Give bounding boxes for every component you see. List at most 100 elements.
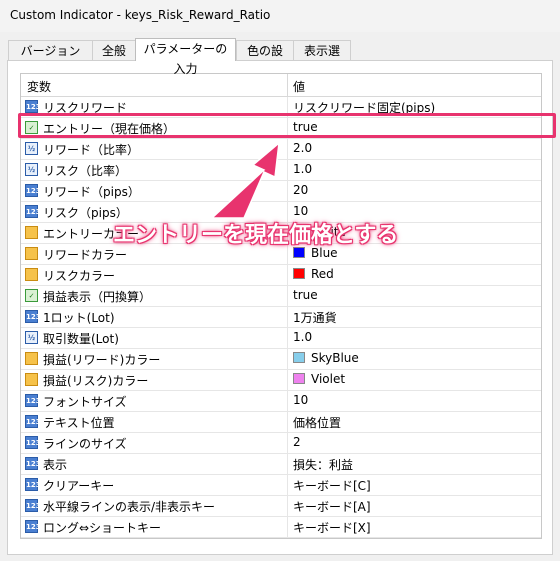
parameter-name: 表示 <box>43 458 68 472</box>
parameter-value-text: Violet <box>311 372 346 386</box>
tab-version-info[interactable]: バージョン情報 <box>8 40 93 78</box>
parameter-value-text: 2 <box>293 435 301 449</box>
parameter-value-text: SkyBlue <box>311 351 359 365</box>
parameter-row[interactable]: 123 ラインのサイズ 2 <box>21 433 541 454</box>
tab-bar: バージョン情報 全般 パラメーターの入力 色の設定 表示選択 <box>0 38 560 78</box>
parameter-row[interactable]: ½ リスク（比率） 1.0 <box>21 160 541 181</box>
int-icon: 123 <box>25 205 41 218</box>
parameter-row[interactable]: 123 リワード（pips） 20 <box>21 181 541 202</box>
int-icon: 123 <box>25 457 41 470</box>
parameter-row[interactable]: 123 クリアーキー キーボード[C] <box>21 475 541 496</box>
parameter-name: 損益(リワード)カラー <box>43 353 161 367</box>
color-swatch <box>293 352 305 363</box>
parameter-value[interactable]: キーボード[A] <box>293 498 371 515</box>
cell-divider <box>287 328 288 348</box>
column-header-variable: 変数 <box>27 80 52 94</box>
int-icon: 123 <box>25 436 41 449</box>
parameter-name: リワード（pips） <box>43 185 140 199</box>
parameter-name: フォントサイズ <box>43 395 127 409</box>
parameter-row[interactable]: 損益(リスク)カラー Violet <box>21 370 541 391</box>
cell-divider <box>287 454 288 474</box>
double-icon: ½ <box>25 163 38 176</box>
column-divider[interactable] <box>287 74 288 96</box>
parameter-name: リスクカラー <box>43 269 116 283</box>
parameter-row[interactable]: ✓ 損益表示（円換算） true <box>21 286 541 307</box>
parameter-value[interactable]: 1.0 <box>293 330 312 344</box>
parameter-value-text: 10 <box>293 204 309 218</box>
parameter-name: テキスト位置 <box>43 416 115 430</box>
double-icon: ½ <box>25 331 38 344</box>
parameter-row[interactable]: 123 水平線ラインの表示/非表示キー キーボード[A] <box>21 496 541 517</box>
parameter-name: クリアーキー <box>43 479 115 493</box>
parameter-value[interactable]: 2 <box>293 435 301 449</box>
parameter-value[interactable]: 損失：利益 <box>293 456 353 473</box>
parameter-value[interactable]: 10 <box>293 393 308 407</box>
parameter-row[interactable]: 123 フォントサイズ 10 <box>21 391 541 412</box>
cell-divider <box>287 181 288 201</box>
parameter-row[interactable]: ½ リワード（比率） 2.0 <box>21 139 541 160</box>
parameter-row[interactable]: ½ 取引数量(Lot) 1.0 <box>21 328 541 349</box>
tab-general[interactable]: 全般 <box>92 40 136 60</box>
color-icon <box>25 226 38 239</box>
parameter-value-text: キーボード[A] <box>293 500 371 514</box>
color-swatch <box>293 268 305 279</box>
tab-display-select[interactable]: 表示選択 <box>293 40 351 78</box>
parameter-value-text: 10 <box>293 393 309 407</box>
parameter-value[interactable]: SkyBlue <box>293 351 359 365</box>
cell-divider <box>287 412 288 432</box>
parameter-value[interactable]: Red <box>293 267 334 281</box>
window-title: Custom Indicator - keys_Risk_Reward_Rati… <box>10 8 271 22</box>
parameter-row[interactable]: 123 ロング⇔ショートキー キーボード[X] <box>21 517 541 538</box>
parameter-value[interactable]: Violet <box>293 372 345 386</box>
color-swatch <box>293 373 305 384</box>
cell-divider <box>287 139 288 159</box>
parameter-value-text: キーボード[X] <box>293 521 371 535</box>
parameter-value-text: 1.0 <box>293 330 313 344</box>
bool-icon: ✓ <box>25 289 38 302</box>
parameter-row[interactable]: 損益(リワード)カラー SkyBlue <box>21 349 541 370</box>
tab-colors[interactable]: 色の設定 <box>236 40 294 78</box>
parameter-value[interactable]: 価格位置 <box>293 414 341 431</box>
parameter-value-text: 1.0 <box>293 162 313 176</box>
parameter-value[interactable]: キーボード[C] <box>293 477 371 494</box>
parameter-name: 損益(リスク)カラー <box>43 374 149 388</box>
parameter-row[interactable]: 123 表示 損失：利益 <box>21 454 541 475</box>
highlight-box <box>18 113 556 138</box>
parameter-value-text: 1万通貨 <box>293 311 337 325</box>
parameter-value[interactable]: 2.0 <box>293 141 312 155</box>
cell-divider <box>287 475 288 495</box>
cell-divider <box>287 307 288 327</box>
parameter-name: 取引数量(Lot) <box>43 332 119 346</box>
parameter-name: リワード（比率） <box>43 143 140 157</box>
grid-header: 変数 値 <box>21 74 541 97</box>
tab-parameters[interactable]: パラメーターの入力 <box>135 38 236 76</box>
int-icon: 123 <box>25 394 41 407</box>
parameter-value[interactable]: true <box>293 288 318 302</box>
int-icon: 123 <box>25 415 41 428</box>
double-icon: ½ <box>25 142 38 155</box>
parameter-row[interactable]: 123 テキスト位置 価格位置 <box>21 412 541 433</box>
title-bar: Custom Indicator - keys_Risk_Reward_Rati… <box>0 0 560 32</box>
parameter-value-text: 損失：利益 <box>293 458 354 472</box>
parameter-name: ロング⇔ショートキー <box>43 521 162 535</box>
color-icon <box>25 268 38 281</box>
parameter-value[interactable]: キーボード[X] <box>293 519 371 536</box>
int-icon: 123 <box>25 100 41 113</box>
parameter-value-text: 20 <box>293 183 309 197</box>
parameter-name: 1ロット(Lot) <box>43 311 115 325</box>
color-icon <box>25 373 38 386</box>
color-icon <box>25 352 38 365</box>
parameter-value[interactable]: 20 <box>293 183 308 197</box>
callout-text: エントリーを現在価格とする <box>113 223 399 248</box>
parameter-value-text: 2.0 <box>293 141 313 155</box>
cell-divider <box>287 349 288 369</box>
parameter-value[interactable]: 10 <box>293 204 308 218</box>
parameter-row[interactable]: リスクカラー Red <box>21 265 541 286</box>
int-icon: 123 <box>25 520 41 533</box>
parameter-value[interactable]: 1万通貨 <box>293 309 337 326</box>
parameter-name: 水平線ラインの表示/非表示キー <box>43 500 216 514</box>
int-icon: 123 <box>25 478 41 491</box>
parameter-value[interactable]: 1.0 <box>293 162 312 176</box>
parameter-row[interactable]: 123 1ロット(Lot) 1万通貨 <box>21 307 541 328</box>
cell-divider <box>287 370 288 390</box>
